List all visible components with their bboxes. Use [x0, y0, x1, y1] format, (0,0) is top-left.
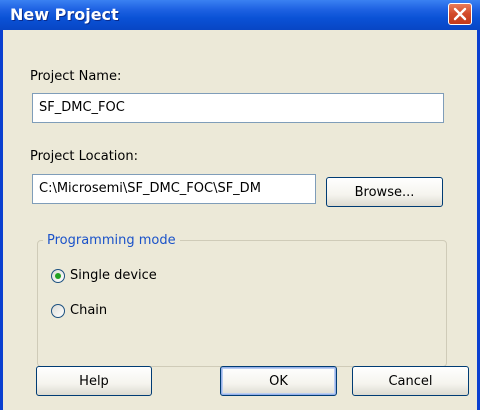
chain-radio[interactable] [51, 304, 65, 318]
close-button[interactable] [448, 3, 472, 25]
cancel-button[interactable]: Cancel [352, 366, 469, 396]
title-bar[interactable]: New Project [0, 0, 480, 30]
single-device-label[interactable]: Single device [70, 268, 157, 283]
project-location-label: Project Location: [30, 149, 138, 164]
ok-button[interactable]: OK [220, 366, 337, 396]
help-button[interactable]: Help [36, 366, 152, 396]
dialog-title: New Project [10, 5, 119, 24]
project-location-field[interactable]: C:\Microsemi\SF_DMC_FOC\SF_DM [32, 174, 316, 204]
radio-selected-dot [55, 273, 61, 279]
project-name-label: Project Name: [30, 69, 122, 84]
new-project-dialog: New Project Project Name: SF_DMC_FOC Pro… [0, 0, 480, 410]
close-icon [453, 7, 467, 21]
dialog-body: Project Name: SF_DMC_FOC Project Locatio… [3, 30, 477, 410]
browse-button[interactable]: Browse... [326, 177, 443, 207]
project-name-field[interactable]: SF_DMC_FOC [32, 93, 444, 123]
single-device-radio[interactable] [51, 269, 65, 283]
chain-label[interactable]: Chain [70, 303, 107, 318]
programming-mode-label: Programming mode [43, 233, 180, 248]
